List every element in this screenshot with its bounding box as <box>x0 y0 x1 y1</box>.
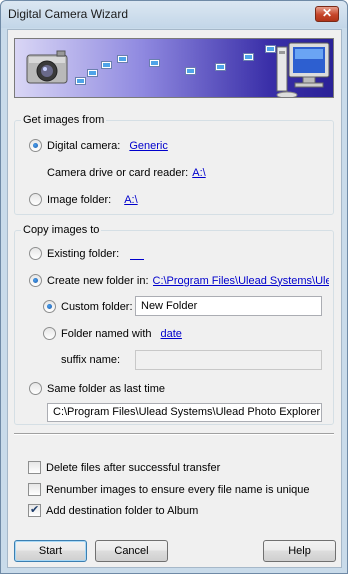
suffix-row: suffix name: <box>61 354 120 366</box>
suffix-label: suffix name: <box>61 354 121 366</box>
same-folder-option[interactable]: Same folder as last time <box>29 382 165 395</box>
photo-icon <box>75 77 86 85</box>
renumber-label: Renumber images to ensure every file nam… <box>46 483 310 496</box>
custom-folder-radio[interactable] <box>43 300 56 313</box>
help-button[interactable]: Help <box>263 540 336 562</box>
copy-images-legend: Copy images to <box>21 224 102 236</box>
dialog-client: Get images from Digital camera: Generic … <box>7 29 342 568</box>
photo-icon <box>185 67 196 75</box>
photo-icon <box>117 55 128 63</box>
image-folder-radio[interactable] <box>29 193 42 206</box>
photo-icon <box>87 69 98 77</box>
title-bar[interactable]: Digital Camera Wizard ✕ <box>1 1 347 28</box>
camera-drive-label: Camera drive or card reader: <box>47 167 189 179</box>
existing-folder-radio[interactable] <box>29 247 42 260</box>
add-album-option[interactable]: Add destination folder to Album <box>28 503 199 517</box>
existing-folder-link[interactable] <box>130 248 145 260</box>
create-new-folder-option[interactable]: Create new folder in: C:\Program Files\U… <box>29 274 329 287</box>
camera-drive-row: Camera drive or card reader: A:\ <box>47 167 206 179</box>
close-icon: ✕ <box>321 6 333 20</box>
custom-folder-option[interactable]: Custom folder: <box>43 300 133 313</box>
renumber-option[interactable]: Renumber images to ensure every file nam… <box>28 483 310 496</box>
same-folder-radio[interactable] <box>29 382 42 395</box>
custom-folder-input[interactable]: New Folder <box>135 296 322 316</box>
wizard-window: Digital Camera Wizard ✕ Get images from … <box>0 0 348 574</box>
suffix-input[interactable] <box>135 350 322 370</box>
wizard-banner <box>14 38 334 98</box>
digital-camera-label: Digital camera: <box>47 139 121 152</box>
same-folder-label: Same folder as last time <box>47 382 165 395</box>
digital-camera-radio[interactable] <box>29 139 42 152</box>
photo-icon <box>149 59 160 67</box>
cancel-button[interactable]: Cancel <box>95 540 168 562</box>
create-new-folder-label: Create new folder in: <box>47 274 149 287</box>
window-title: Digital Camera Wizard <box>8 7 129 21</box>
image-folder-label: Image folder: <box>47 193 112 206</box>
separator <box>14 433 334 435</box>
image-folder-option[interactable]: Image folder: A:\ <box>29 193 138 206</box>
photo-icon <box>101 61 112 69</box>
same-folder-path: C:\Program Files\Ulead Systems\Ulead Pho… <box>47 403 322 422</box>
camera-icon <box>26 50 68 84</box>
delete-files-label: Delete files after successful transfer <box>46 461 221 474</box>
custom-folder-label: Custom folder: <box>61 300 133 313</box>
get-images-group: Get images from Digital camera: Generic … <box>14 114 334 215</box>
start-button[interactable]: Start <box>14 540 87 562</box>
delete-files-option[interactable]: Delete files after successful transfer <box>28 461 220 474</box>
add-album-label: Add destination folder to Album <box>46 504 199 517</box>
copy-images-group: Copy images to Existing folder: Create n… <box>14 224 334 425</box>
digital-camera-option[interactable]: Digital camera: Generic <box>29 139 168 152</box>
get-images-legend: Get images from <box>21 114 107 126</box>
existing-folder-option[interactable]: Existing folder: <box>29 247 145 260</box>
photo-icon <box>215 63 226 71</box>
camera-drive-link[interactable]: A:\ <box>192 167 205 179</box>
computer-icon <box>276 42 330 97</box>
folder-named-with-option[interactable]: Folder named with date <box>43 327 182 340</box>
create-new-folder-radio[interactable] <box>29 274 42 287</box>
add-album-checkbox[interactable] <box>28 503 41 517</box>
create-new-folder-link[interactable]: C:\Program Files\Ulead Systems\Ulea <box>153 275 329 287</box>
renumber-checkbox[interactable] <box>28 483 41 496</box>
image-folder-link[interactable]: A:\ <box>124 194 137 206</box>
close-button[interactable]: ✕ <box>315 6 339 22</box>
named-with-link[interactable]: date <box>161 328 182 340</box>
camera-model-link[interactable]: Generic <box>129 140 168 152</box>
folder-named-with-radio[interactable] <box>43 327 56 340</box>
delete-files-checkbox[interactable] <box>28 461 41 474</box>
photo-icon <box>243 53 254 61</box>
existing-folder-label: Existing folder: <box>47 247 120 260</box>
folder-named-with-label: Folder named with <box>61 327 152 340</box>
